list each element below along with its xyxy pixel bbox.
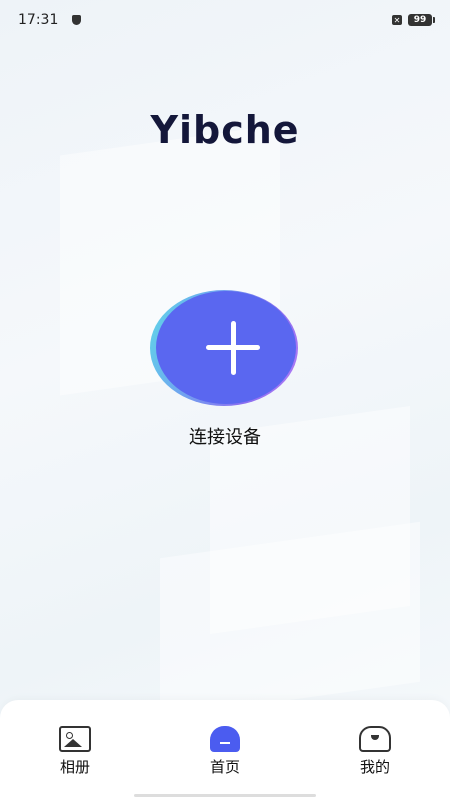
tab-label: 首页 bbox=[209, 758, 240, 776]
brand-logo: Yibche bbox=[150, 108, 300, 152]
tab-label: 我的 bbox=[359, 758, 390, 776]
tab-label: 相册 bbox=[59, 758, 90, 776]
tab-album[interactable]: 相册 bbox=[35, 726, 115, 777]
button-disc bbox=[156, 291, 296, 404]
tab-home[interactable]: 首页 bbox=[185, 726, 265, 777]
status-time: 17:31 bbox=[18, 12, 59, 28]
album-icon bbox=[59, 726, 91, 752]
home-icon bbox=[210, 726, 240, 752]
bottom-tab-bar: 相册 首页 我的 bbox=[0, 700, 450, 800]
connect-device-label: 连接设备 bbox=[189, 427, 261, 448]
connect-device-button[interactable] bbox=[150, 290, 300, 408]
background-panel bbox=[160, 521, 420, 719]
tab-profile[interactable]: 我的 bbox=[335, 726, 415, 777]
home-indicator bbox=[134, 794, 316, 797]
battery-icon: 99 bbox=[408, 14, 435, 26]
plus-icon bbox=[231, 321, 236, 375]
status-bar: 17:31 ✕ 99 bbox=[0, 0, 450, 40]
profile-icon bbox=[359, 726, 391, 752]
close-box-icon: ✕ bbox=[392, 15, 402, 25]
shield-icon bbox=[72, 15, 82, 25]
battery-level: 99 bbox=[413, 15, 427, 25]
